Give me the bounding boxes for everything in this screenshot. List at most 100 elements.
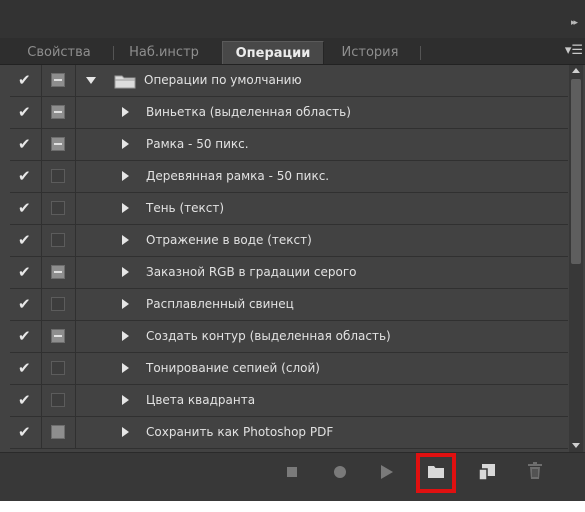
action-row[interactable]: ✔ Цвета квадранта bbox=[10, 385, 568, 417]
action-row[interactable]: ✔ Расплавленный свинец bbox=[10, 289, 568, 321]
tab-history[interactable]: История bbox=[330, 41, 410, 64]
toggle-cell: ✔ bbox=[10, 129, 42, 160]
scroll-up-icon[interactable] bbox=[572, 68, 580, 73]
action-label: Тонирование сепией (слой) bbox=[146, 361, 320, 375]
action-row[interactable]: ✔ Тонирование сепией (слой) bbox=[10, 353, 568, 385]
action-row[interactable]: ✔ Отражение в воде (текст) bbox=[10, 225, 568, 257]
action-label: Виньетка (выделенная область) bbox=[146, 105, 351, 119]
toggle-cell: ✔ bbox=[10, 225, 42, 256]
collapse-panel-icon[interactable]: ▸▸ bbox=[571, 18, 581, 28]
action-row[interactable]: ✔ Тень (текст) bbox=[10, 193, 568, 225]
actions-panel: ▸▸ Свойства Наб.инстр Операции История ▾… bbox=[0, 0, 585, 501]
action-label: Деревянная рамка - 50 пикс. bbox=[146, 169, 330, 183]
toggle-cell: ✔ bbox=[10, 417, 42, 448]
check-icon[interactable]: ✔ bbox=[18, 231, 34, 249]
dialog-cell bbox=[42, 289, 76, 320]
check-icon[interactable]: ✔ bbox=[18, 135, 34, 153]
expand-right-icon[interactable] bbox=[122, 395, 129, 405]
action-row[interactable]: ✔ Сохранить как Photoshop PDF bbox=[10, 417, 568, 449]
action-label: Заказной RGB в градации серого bbox=[146, 265, 357, 279]
dialog-toggle-icon[interactable] bbox=[51, 73, 65, 87]
tab-bar: Свойства Наб.инстр Операции История bbox=[0, 38, 585, 65]
dialog-toggle-icon[interactable] bbox=[51, 329, 65, 343]
tab-tool-presets[interactable]: Наб.инстр bbox=[118, 41, 210, 64]
scrollbar[interactable] bbox=[569, 65, 583, 452]
dialog-cell bbox=[42, 129, 76, 160]
expand-right-icon[interactable] bbox=[122, 139, 129, 149]
action-row[interactable]: ✔ Виньетка (выделенная область) bbox=[10, 97, 568, 129]
action-label: Цвета квадранта bbox=[146, 393, 256, 407]
dialog-toggle-icon[interactable] bbox=[51, 265, 65, 279]
dialog-toggle-icon[interactable] bbox=[51, 425, 65, 439]
trash-icon[interactable] bbox=[527, 462, 543, 480]
check-icon[interactable]: ✔ bbox=[18, 71, 34, 89]
toggle-cell: ✔ bbox=[10, 385, 42, 416]
dialog-cell bbox=[42, 97, 76, 128]
dialog-cell bbox=[42, 417, 76, 448]
expand-right-icon[interactable] bbox=[122, 171, 129, 181]
toggle-cell: ✔ bbox=[10, 321, 42, 352]
tab-actions[interactable]: Операции bbox=[222, 41, 324, 64]
expand-right-icon[interactable] bbox=[122, 331, 129, 341]
expand-down-icon[interactable] bbox=[86, 77, 96, 84]
scroll-down-icon[interactable] bbox=[572, 443, 580, 448]
check-icon[interactable]: ✔ bbox=[18, 359, 34, 377]
tab-divider bbox=[113, 46, 114, 60]
check-icon[interactable]: ✔ bbox=[18, 263, 34, 281]
action-row[interactable]: ✔ Рамка - 50 пикс. bbox=[10, 129, 568, 161]
dialog-toggle-icon[interactable] bbox=[51, 361, 65, 375]
expand-right-icon[interactable] bbox=[122, 107, 129, 117]
check-icon[interactable]: ✔ bbox=[18, 391, 34, 409]
play-icon[interactable] bbox=[381, 465, 393, 479]
check-icon[interactable]: ✔ bbox=[18, 167, 34, 185]
expand-right-icon[interactable] bbox=[122, 299, 129, 309]
toggle-cell: ✔ bbox=[10, 257, 42, 288]
action-set-label: Операции по умолчанию bbox=[144, 73, 302, 87]
folder-icon bbox=[114, 75, 136, 89]
expand-right-icon[interactable] bbox=[122, 363, 129, 373]
new-action-icon[interactable] bbox=[478, 463, 496, 481]
check-icon[interactable]: ✔ bbox=[18, 327, 34, 345]
dialog-toggle-icon[interactable] bbox=[51, 297, 65, 311]
dialog-cell bbox=[42, 193, 76, 224]
actions-list: ✔ Операции по умолчанию ✔ Виньетка (выдел… bbox=[10, 65, 568, 452]
dialog-toggle-icon[interactable] bbox=[51, 105, 65, 119]
action-row[interactable]: ✔ Заказной RGB в градации серого bbox=[10, 257, 568, 289]
new-set-icon[interactable] bbox=[427, 465, 445, 479]
check-icon[interactable]: ✔ bbox=[18, 103, 34, 121]
dialog-toggle-icon[interactable] bbox=[51, 393, 65, 407]
check-icon[interactable]: ✔ bbox=[18, 295, 34, 313]
toggle-cell: ✔ bbox=[10, 353, 42, 384]
toggle-cell: ✔ bbox=[10, 65, 42, 96]
tab-divider bbox=[420, 46, 421, 60]
toggle-cell: ✔ bbox=[10, 161, 42, 192]
dialog-toggle-icon[interactable] bbox=[51, 201, 65, 215]
action-row[interactable]: ✔ Создать контур (выделенная область) bbox=[10, 321, 568, 353]
dialog-toggle-icon[interactable] bbox=[51, 233, 65, 247]
dialog-cell bbox=[42, 353, 76, 384]
action-label: Создать контур (выделенная область) bbox=[146, 329, 391, 343]
dialog-cell bbox=[42, 225, 76, 256]
action-set-row[interactable]: ✔ Операции по умолчанию bbox=[10, 65, 568, 97]
panel-menu-icon[interactable]: ▾☰ bbox=[563, 43, 583, 59]
expand-right-icon[interactable] bbox=[122, 267, 129, 277]
dialog-toggle-icon[interactable] bbox=[51, 169, 65, 183]
expand-right-icon[interactable] bbox=[122, 427, 129, 437]
check-icon[interactable]: ✔ bbox=[18, 199, 34, 217]
toggle-cell: ✔ bbox=[10, 193, 42, 224]
toggle-cell: ✔ bbox=[10, 289, 42, 320]
dialog-cell bbox=[42, 65, 76, 96]
action-row[interactable]: ✔ Деревянная рамка - 50 пикс. bbox=[10, 161, 568, 193]
expand-right-icon[interactable] bbox=[122, 235, 129, 245]
stop-icon[interactable] bbox=[287, 467, 297, 477]
action-label: Отражение в воде (текст) bbox=[146, 233, 312, 247]
record-icon[interactable] bbox=[334, 466, 346, 478]
tab-properties[interactable]: Свойства bbox=[18, 41, 100, 64]
check-icon[interactable]: ✔ bbox=[18, 423, 34, 441]
dialog-cell bbox=[42, 321, 76, 352]
scroll-thumb[interactable] bbox=[571, 79, 581, 264]
dialog-cell bbox=[42, 257, 76, 288]
expand-right-icon[interactable] bbox=[122, 203, 129, 213]
panel-header: ▸▸ bbox=[0, 0, 585, 38]
dialog-toggle-icon[interactable] bbox=[51, 137, 65, 151]
